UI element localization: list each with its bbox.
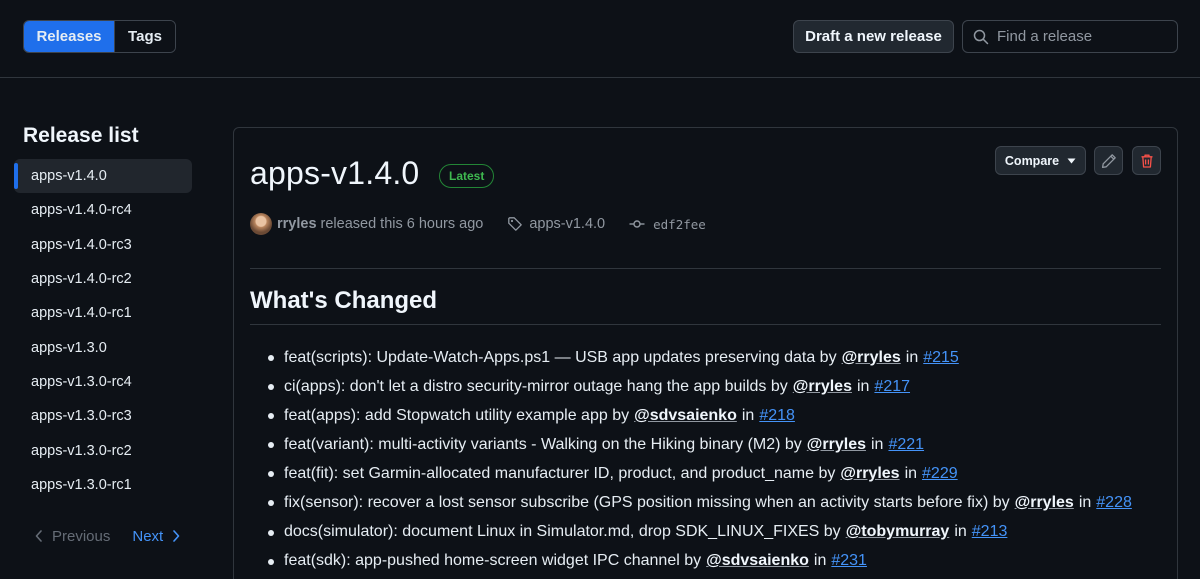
- draft-new-release-button[interactable]: Draft a new release: [793, 20, 954, 53]
- release-title[interactable]: apps-v1.4.0: [250, 155, 419, 192]
- user-link[interactable]: @rryles: [1015, 494, 1074, 512]
- user-link[interactable]: @sdvsaienko: [706, 552, 809, 570]
- release-card: apps-v1.4.0 Latest Compare rryles releas…: [233, 127, 1178, 579]
- delete-release-button[interactable]: [1132, 146, 1161, 175]
- latest-badge: Latest: [439, 164, 495, 188]
- release-list-item[interactable]: apps-v1.3.0-rc1: [14, 468, 192, 502]
- change-text: feat(variant): multi-activity variants -…: [284, 435, 802, 453]
- release-list-item[interactable]: apps-v1.3.0-rc2: [14, 433, 192, 467]
- user-link[interactable]: @sdvsaienko: [634, 407, 737, 425]
- header-divider: [250, 268, 1161, 269]
- tab-releases[interactable]: Releases: [24, 21, 114, 52]
- release-list: apps-v1.4.0 apps-v1.4.0-rc4 apps-v1.4.0-…: [14, 159, 192, 502]
- user-link[interactable]: @rryles: [807, 436, 866, 454]
- release-list-item[interactable]: apps-v1.4.0: [14, 159, 192, 194]
- release-list-item[interactable]: apps-v1.3.0-rc4: [14, 365, 192, 399]
- edit-release-button[interactable]: [1094, 146, 1123, 175]
- previous-label: Previous: [52, 527, 111, 545]
- release-list-item[interactable]: apps-v1.3.0: [14, 330, 192, 364]
- in-text: in: [1078, 494, 1092, 512]
- tag-link[interactable]: apps-v1.4.0: [507, 216, 605, 232]
- author-link[interactable]: rryles: [277, 216, 317, 232]
- change-text: docs(simulator): document Linux in Simul…: [284, 523, 841, 541]
- change-item: feat(variant): multi-activity variants -…: [250, 430, 1170, 459]
- change-text: feat(apps): add Stopwatch utility exampl…: [284, 406, 630, 424]
- release-list-item[interactable]: apps-v1.4.0-rc2: [14, 262, 192, 296]
- changes-list: feat(scripts): Update-Watch-Apps.ps1 — U…: [250, 343, 1170, 576]
- change-item: feat(sdk): app-pushed home-screen widget…: [250, 547, 1170, 576]
- release-list-item[interactable]: apps-v1.4.0-rc4: [14, 193, 192, 227]
- commit-link[interactable]: edf2fee: [629, 216, 706, 232]
- change-item: ci(apps): don't let a distro security-mi…: [250, 372, 1170, 401]
- pull-request-link[interactable]: #228: [1096, 494, 1132, 512]
- commit-icon: [629, 220, 645, 228]
- pull-request-link[interactable]: #231: [831, 552, 867, 570]
- change-item: feat(apps): add Stopwatch utility exampl…: [250, 401, 1170, 430]
- releases-tags-toggle: Releases Tags: [23, 20, 176, 53]
- release-list-item[interactable]: apps-v1.4.0-rc1: [14, 296, 192, 330]
- in-text: in: [871, 435, 884, 453]
- released-time-text: released this 6 hours ago: [320, 216, 484, 232]
- tab-tags[interactable]: Tags: [114, 21, 175, 52]
- pull-request-link[interactable]: #213: [972, 523, 1008, 541]
- in-text: in: [904, 464, 918, 482]
- pull-request-link[interactable]: #218: [759, 407, 795, 425]
- search-icon: [973, 29, 989, 44]
- change-text: feat(sdk): app-pushed home-screen widget…: [284, 552, 702, 570]
- whats-changed-heading: What's Changed: [250, 287, 438, 314]
- in-text: in: [856, 377, 870, 395]
- tag-label: apps-v1.4.0: [529, 216, 606, 232]
- next-page-button[interactable]: Next: [132, 528, 180, 545]
- compare-button[interactable]: Compare: [995, 146, 1086, 175]
- trash-icon: [1141, 154, 1152, 168]
- tag-icon: [508, 217, 523, 231]
- release-meta: rryles released this 6 hours ago apps-v1…: [250, 212, 706, 236]
- change-text: feat(fit): set Garmin-allocated manufact…: [284, 464, 836, 482]
- change-text: ci(apps): don't let a distro security-mi…: [284, 377, 788, 395]
- pull-request-link[interactable]: #217: [874, 378, 910, 396]
- heading-divider: [250, 324, 1161, 325]
- change-text: feat(scripts): Update-Watch-Apps.ps1 — U…: [284, 348, 837, 366]
- user-link[interactable]: @rryles: [793, 378, 852, 396]
- user-link[interactable]: @rryles: [840, 465, 899, 483]
- next-label: Next: [132, 527, 164, 545]
- pencil-icon: [1101, 153, 1116, 168]
- search-input[interactable]: [997, 28, 1167, 45]
- pull-request-link[interactable]: #221: [888, 436, 924, 454]
- user-link[interactable]: @rryles: [842, 349, 901, 367]
- chevron-right-icon: [173, 530, 180, 542]
- change-item: feat(fit): set Garmin-allocated manufact…: [250, 459, 1170, 488]
- compare-label: Compare: [1004, 153, 1060, 168]
- top-bar: Releases Tags Draft a new release: [0, 0, 1200, 78]
- commit-sha: edf2fee: [653, 216, 706, 232]
- change-item: feat(scripts): Update-Watch-Apps.ps1 — U…: [250, 343, 1170, 372]
- release-list-item[interactable]: apps-v1.4.0-rc3: [14, 228, 192, 262]
- pagination: Previous Next: [35, 525, 180, 547]
- user-link[interactable]: @tobymurray: [846, 523, 950, 541]
- change-text: fix(sensor): recover a lost sensor subsc…: [284, 494, 1010, 512]
- release-list-heading: Release list: [23, 124, 139, 147]
- previous-page-button: Previous: [35, 528, 110, 545]
- pull-request-link[interactable]: #215: [923, 349, 959, 367]
- pull-request-link[interactable]: #229: [922, 465, 958, 483]
- in-text: in: [813, 552, 827, 570]
- author-avatar[interactable]: [250, 213, 272, 235]
- change-item: fix(sensor): recover a lost sensor subsc…: [250, 488, 1170, 517]
- caret-down-icon: [1067, 158, 1076, 163]
- in-text: in: [954, 523, 967, 541]
- in-text: in: [905, 348, 919, 366]
- release-list-item[interactable]: apps-v1.3.0-rc3: [14, 399, 192, 433]
- find-release-search: [962, 20, 1178, 53]
- chevron-left-icon: [35, 530, 42, 542]
- in-text: in: [741, 406, 755, 424]
- change-item: docs(simulator): document Linux in Simul…: [250, 518, 1170, 547]
